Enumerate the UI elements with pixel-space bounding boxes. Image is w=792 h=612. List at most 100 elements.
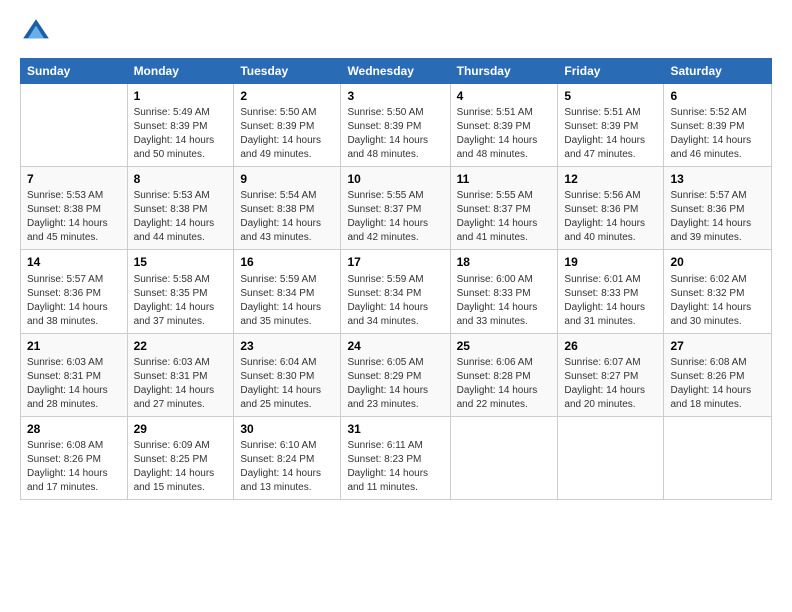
header-day-friday: Friday xyxy=(558,59,664,84)
calendar-cell: 22 Sunrise: 6:03 AMSunset: 8:31 PMDayligh… xyxy=(127,333,234,416)
day-number: 15 xyxy=(134,254,228,270)
calendar-cell: 15Sunrise: 5:58 AMSunset: 8:35 PMDayligh… xyxy=(127,250,234,333)
day-number: 3 xyxy=(347,88,443,104)
day-info: Sunrise: 6:02 AMSunset: 8:32 PMDaylight:… xyxy=(670,273,765,329)
day-number: 6 xyxy=(670,88,765,104)
day-info: Sunrise: 6:11 AMSunset: 8:23 PMDaylight:… xyxy=(347,439,443,495)
day-number: 20 xyxy=(670,254,765,270)
calendar-cell: 25 Sunrise: 6:06 AMSunset: 8:28 PMDayligh… xyxy=(450,333,558,416)
day-info: Sunrise: 5:59 AMSunset: 8:34 PMDaylight:… xyxy=(240,273,334,329)
calendar-cell: 2 Sunrise: 5:50 AMSunset: 8:39 PMDaylight… xyxy=(234,84,341,167)
calendar-cell: 13 Sunrise: 5:57 AMSunset: 8:36 PMDayligh… xyxy=(664,167,772,250)
day-info: Sunrise: 5:57 AMSunset: 8:36 PMDaylight:… xyxy=(670,189,765,245)
week-row-4: 21 Sunrise: 6:03 AMSunset: 8:31 PMDayligh… xyxy=(21,333,772,416)
day-number: 8 xyxy=(134,171,228,187)
day-info: Sunrise: 6:03 AMSunset: 8:31 PMDaylight:… xyxy=(134,356,228,412)
calendar-cell xyxy=(664,416,772,499)
calendar-cell: 10 Sunrise: 5:55 AMSunset: 8:37 PMDayligh… xyxy=(341,167,450,250)
day-info: Sunrise: 6:09 AMSunset: 8:25 PMDaylight:… xyxy=(134,439,228,495)
day-info: Sunrise: 5:55 AMSunset: 8:37 PMDaylight:… xyxy=(347,189,443,245)
day-info: Sunrise: 5:52 AMSunset: 8:39 PMDaylight:… xyxy=(670,106,765,162)
day-info: Sunrise: 6:03 AMSunset: 8:31 PMDaylight:… xyxy=(27,356,121,412)
calendar-cell: 29 Sunrise: 6:09 AMSunset: 8:25 PMDayligh… xyxy=(127,416,234,499)
day-info: Sunrise: 5:51 AMSunset: 8:39 PMDaylight:… xyxy=(564,106,657,162)
week-row-1: 1 Sunrise: 5:49 AMSunset: 8:39 PMDaylight… xyxy=(21,84,772,167)
calendar-cell: 28 Sunrise: 6:08 AMSunset: 8:26 PMDayligh… xyxy=(21,416,128,499)
day-info: Sunrise: 5:56 AMSunset: 8:36 PMDaylight:… xyxy=(564,189,657,245)
day-number: 27 xyxy=(670,338,765,354)
day-number: 22 xyxy=(134,338,228,354)
header-row: SundayMondayTuesdayWednesdayThursdayFrid… xyxy=(21,59,772,84)
calendar-cell: 16 Sunrise: 5:59 AMSunset: 8:34 PMDayligh… xyxy=(234,250,341,333)
day-info: Sunrise: 6:08 AMSunset: 8:26 PMDaylight:… xyxy=(27,439,121,495)
day-info: Sunrise: 5:55 AMSunset: 8:37 PMDaylight:… xyxy=(457,189,552,245)
week-row-3: 14 Sunrise: 5:57 AMSunset: 8:36 PMDayligh… xyxy=(21,250,772,333)
day-info: Sunrise: 5:57 AMSunset: 8:36 PMDaylight:… xyxy=(27,273,121,329)
day-info: Sunrise: 6:07 AMSunset: 8:27 PMDaylight:… xyxy=(564,356,657,412)
day-info: Sunrise: 5:50 AMSunset: 8:39 PMDaylight:… xyxy=(240,106,334,162)
calendar-cell xyxy=(450,416,558,499)
page: SundayMondayTuesdayWednesdayThursdayFrid… xyxy=(0,0,792,612)
calendar-cell: 5 Sunrise: 5:51 AMSunset: 8:39 PMDaylight… xyxy=(558,84,664,167)
day-info: Sunrise: 5:50 AMSunset: 8:39 PMDaylight:… xyxy=(347,106,443,162)
calendar-table: SundayMondayTuesdayWednesdayThursdayFrid… xyxy=(20,58,772,500)
calendar-header: SundayMondayTuesdayWednesdayThursdayFrid… xyxy=(21,59,772,84)
calendar-cell: 18 Sunrise: 6:00 AMSunset: 8:33 PMDayligh… xyxy=(450,250,558,333)
day-info: Sunrise: 6:04 AMSunset: 8:30 PMDaylight:… xyxy=(240,356,334,412)
day-number: 9 xyxy=(240,171,334,187)
day-info: Sunrise: 6:01 AMSunset: 8:33 PMDaylight:… xyxy=(564,273,657,329)
header-day-thursday: Thursday xyxy=(450,59,558,84)
day-number: 25 xyxy=(457,338,552,354)
calendar-cell xyxy=(21,84,128,167)
logo xyxy=(20,16,56,48)
calendar-cell: 3 Sunrise: 5:50 AMSunset: 8:39 PMDaylight… xyxy=(341,84,450,167)
day-number: 31 xyxy=(347,421,443,437)
day-info: Sunrise: 5:51 AMSunset: 8:39 PMDaylight:… xyxy=(457,106,552,162)
header-day-sunday: Sunday xyxy=(21,59,128,84)
day-number: 30 xyxy=(240,421,334,437)
calendar-cell: 24 Sunrise: 6:05 AMSunset: 8:29 PMDayligh… xyxy=(341,333,450,416)
calendar-cell: 31 Sunrise: 6:11 AMSunset: 8:23 PMDayligh… xyxy=(341,416,450,499)
calendar-cell: 23 Sunrise: 6:04 AMSunset: 8:30 PMDayligh… xyxy=(234,333,341,416)
day-info: Sunrise: 6:00 AMSunset: 8:33 PMDaylight:… xyxy=(457,273,552,329)
day-number: 10 xyxy=(347,171,443,187)
day-number: 29 xyxy=(134,421,228,437)
calendar-body: 1 Sunrise: 5:49 AMSunset: 8:39 PMDaylight… xyxy=(21,84,772,500)
day-number: 7 xyxy=(27,171,121,187)
day-number: 18 xyxy=(457,254,552,270)
day-number: 4 xyxy=(457,88,552,104)
day-info: Sunrise: 6:05 AMSunset: 8:29 PMDaylight:… xyxy=(347,356,443,412)
header xyxy=(20,16,772,48)
header-day-monday: Monday xyxy=(127,59,234,84)
day-number: 12 xyxy=(564,171,657,187)
calendar-cell: 20 Sunrise: 6:02 AMSunset: 8:32 PMDayligh… xyxy=(664,250,772,333)
day-number: 1 xyxy=(134,88,228,104)
calendar-cell: 11Sunrise: 5:55 AMSunset: 8:37 PMDayligh… xyxy=(450,167,558,250)
day-info: Sunrise: 5:49 AMSunset: 8:39 PMDaylight:… xyxy=(134,106,228,162)
calendar-cell: 12 Sunrise: 5:56 AMSunset: 8:36 PMDayligh… xyxy=(558,167,664,250)
day-number: 13 xyxy=(670,171,765,187)
day-info: Sunrise: 6:06 AMSunset: 8:28 PMDaylight:… xyxy=(457,356,552,412)
day-number: 16 xyxy=(240,254,334,270)
day-info: Sunrise: 5:53 AMSunset: 8:38 PMDaylight:… xyxy=(27,189,121,245)
calendar-cell xyxy=(558,416,664,499)
day-number: 14 xyxy=(27,254,121,270)
day-number: 19 xyxy=(564,254,657,270)
day-info: Sunrise: 5:59 AMSunset: 8:34 PMDaylight:… xyxy=(347,273,443,329)
week-row-2: 7 Sunrise: 5:53 AMSunset: 8:38 PMDaylight… xyxy=(21,167,772,250)
calendar-cell: 1 Sunrise: 5:49 AMSunset: 8:39 PMDaylight… xyxy=(127,84,234,167)
day-number: 28 xyxy=(27,421,121,437)
calendar-cell: 27Sunrise: 6:08 AMSunset: 8:26 PMDayligh… xyxy=(664,333,772,416)
calendar-cell: 7 Sunrise: 5:53 AMSunset: 8:38 PMDaylight… xyxy=(21,167,128,250)
day-number: 2 xyxy=(240,88,334,104)
day-number: 21 xyxy=(27,338,121,354)
header-day-tuesday: Tuesday xyxy=(234,59,341,84)
day-info: Sunrise: 6:10 AMSunset: 8:24 PMDaylight:… xyxy=(240,439,334,495)
calendar-cell: 19 Sunrise: 6:01 AMSunset: 8:33 PMDayligh… xyxy=(558,250,664,333)
calendar-cell: 17Sunrise: 5:59 AMSunset: 8:34 PMDayligh… xyxy=(341,250,450,333)
calendar-cell: 4 Sunrise: 5:51 AMSunset: 8:39 PMDaylight… xyxy=(450,84,558,167)
day-number: 24 xyxy=(347,338,443,354)
calendar-cell: 30 Sunrise: 6:10 AMSunset: 8:24 PMDayligh… xyxy=(234,416,341,499)
day-number: 23 xyxy=(240,338,334,354)
day-number: 5 xyxy=(564,88,657,104)
